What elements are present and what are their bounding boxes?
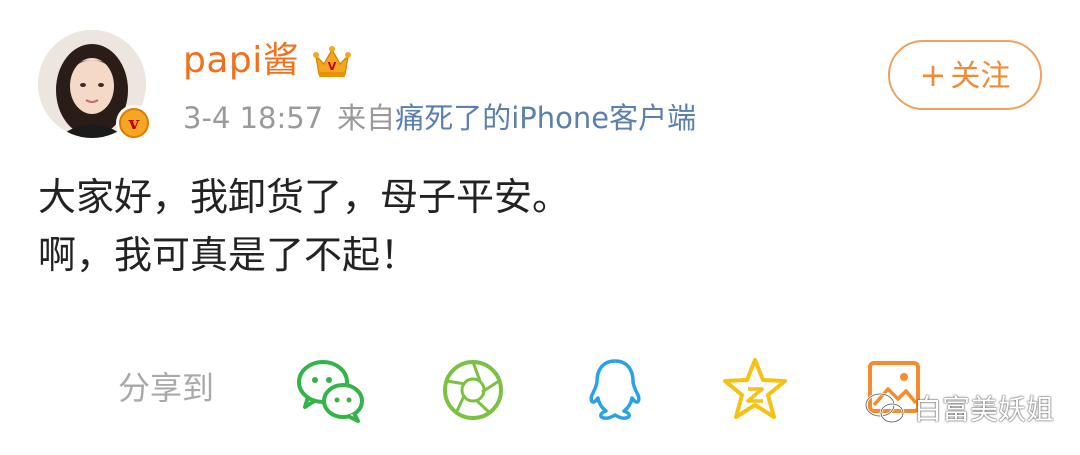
wechat-icon[interactable] xyxy=(296,355,366,425)
svg-text:V: V xyxy=(328,60,337,73)
crown-icon: V xyxy=(312,42,352,82)
wechat-watermark-icon xyxy=(864,392,905,424)
watermark-text: 白富美妖姐 xyxy=(914,393,1055,426)
post-meta: 3-4 18:57 来自痛死了的iPhone客户端 xyxy=(183,98,696,138)
verified-badge-icon: v xyxy=(116,105,152,141)
post-content-line: 大家好，我卸货了，母子平安。 xyxy=(38,175,571,219)
qq-icon[interactable] xyxy=(580,355,650,425)
plus-icon: + xyxy=(919,56,947,94)
post-content-line: 啊，我可真是了不起！ xyxy=(38,233,419,277)
post-time: 3-4 18:57 xyxy=(183,101,324,135)
follow-button[interactable]: + 关注 xyxy=(888,40,1042,110)
username[interactable]: papi酱 xyxy=(183,38,299,84)
watermark: 白富美妖姐 xyxy=(864,388,1054,428)
source-prefix: 来自 xyxy=(337,101,396,135)
weibo-post-card: v papi酱 V 3-4 18:57 来自痛死了的iPhone客户端 + 关注 大… xyxy=(0,0,1080,455)
share-label: 分享到 xyxy=(118,369,215,407)
avatar-container[interactable]: v xyxy=(38,30,152,142)
qzone-icon[interactable] xyxy=(720,355,790,425)
source-link[interactable]: 痛死了的iPhone客户端 xyxy=(395,101,696,135)
follow-label: 关注 xyxy=(950,59,1011,94)
post-content: 大家好，我卸货了，母子平安。 啊，我可真是了不起！ xyxy=(38,168,570,284)
moments-icon[interactable] xyxy=(438,355,508,425)
